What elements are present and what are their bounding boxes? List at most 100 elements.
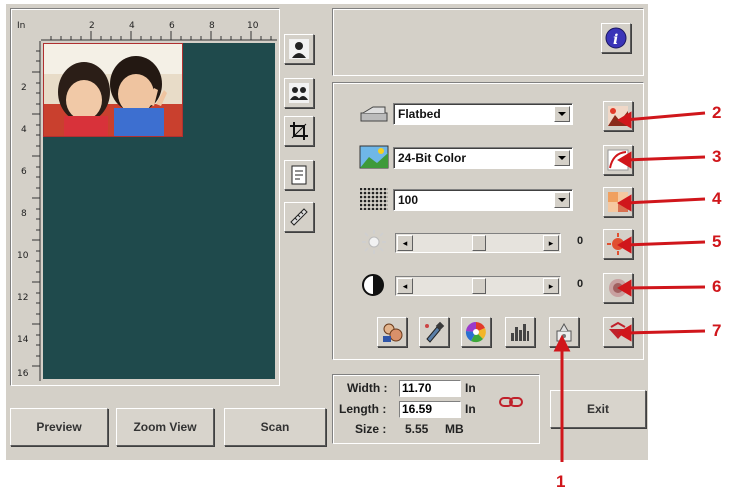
descreen-button[interactable] [549,317,579,347]
brightness-sun-icon [362,230,386,254]
page-icon [291,165,307,185]
width-field[interactable]: 11.70 [399,380,461,397]
person-select-icon [289,39,309,59]
multi-person-button[interactable] [284,78,314,108]
color-drop-icon [609,321,627,339]
color-wheel-button[interactable] [461,317,491,347]
children-photo-icon [44,44,182,136]
eyedropper-icon [425,321,445,343]
page-button[interactable] [284,160,314,190]
brightness-value: 0 [577,235,584,247]
chevron-down-icon[interactable] [554,192,570,208]
scanner-window: In 2 4 6 8 10 2 4 6 8 10 12 14 16 i Flat… [6,4,648,460]
settings-panel: Flatbed 24-Bit Color 100 ◂ ▸ 0 ◂ ▸ 0 [332,82,644,360]
auto-adjust-icon [608,106,628,126]
size-label: Size : [355,422,387,436]
info-button[interactable]: i [601,23,631,53]
top-ruler [41,9,277,41]
profile-icon [383,323,403,342]
callout-label-5: 5 [712,232,722,251]
callout-label-1: 1 [556,472,566,491]
contrast-slider-thumb[interactable] [472,278,486,294]
callout-label-6: 6 [712,277,722,296]
size-unit: MB [445,422,464,436]
info-panel: i [332,8,644,76]
curve-icon [607,149,629,171]
slider-right-arrow-icon[interactable]: ▸ [543,235,559,251]
resolution-icon [360,188,388,210]
left-tick-label: 6 [21,167,27,177]
zoom-view-button[interactable]: Zoom View [116,408,214,446]
top-tick-label: 6 [169,21,175,31]
top-tick-label: 2 [89,21,95,31]
brightness-button[interactable] [603,229,633,259]
callout-label-3: 3 [712,147,722,166]
ruler-button[interactable] [284,202,314,232]
brightness-slider-thumb[interactable] [472,235,486,251]
histogram-icon [511,324,529,341]
person-select-button[interactable] [284,34,314,64]
contrast-slider[interactable]: ◂ ▸ [395,276,561,296]
profile-button[interactable] [377,317,407,347]
callout-label-7: 7 [712,321,722,340]
flatbed-icon [360,106,388,122]
callout-label-4: 4 [712,189,722,208]
image-type-value: 24-Bit Color [398,151,467,165]
top-tick-label: 4 [129,21,135,31]
slider-left-arrow-icon[interactable]: ◂ [397,278,413,294]
left-tick-label: 4 [21,125,27,135]
scan-source-value: Flatbed [398,107,441,121]
slider-right-arrow-icon[interactable]: ▸ [543,278,559,294]
brightness-icon [607,233,629,255]
ruler-icon [290,208,308,226]
left-tick-label: 10 [17,251,29,261]
scan-button[interactable]: Scan [224,408,326,446]
color-balance-icon [608,192,628,212]
preview-thumbnail [43,43,183,137]
descreen-icon [556,322,572,342]
chevron-down-icon[interactable] [554,106,570,122]
dimension-panel: Width : 11.70 In Length : 16.59 In Size … [332,374,540,444]
width-unit: In [465,381,476,395]
callout-label-2: 2 [712,103,722,122]
multi-person-icon [289,83,309,103]
slider-left-arrow-icon[interactable]: ◂ [397,235,413,251]
info-icon: i [605,27,627,49]
color-balance-button[interactable] [603,187,633,217]
top-tick-label: 8 [209,21,215,31]
auto-adjust-button[interactable] [603,101,633,131]
contrast-button[interactable] [603,273,633,303]
left-tick-label: 8 [21,209,27,219]
link-dimensions-icon[interactable] [497,391,525,413]
preview-panel: In 2 4 6 8 10 2 4 6 8 10 12 14 16 [10,8,280,386]
left-tick-label: 16 [17,369,29,379]
contrast-icon [362,274,384,296]
curve-button[interactable] [603,145,633,175]
color-image-icon [359,145,389,169]
left-tick-label: 12 [17,293,29,303]
preview-button[interactable]: Preview [10,408,108,446]
resolution-select[interactable]: 100 [393,189,573,211]
length-label: Length : [339,402,387,416]
brightness-slider[interactable]: ◂ ▸ [395,233,561,253]
color-drop-button[interactable] [603,317,633,347]
resolution-value: 100 [398,193,419,207]
crop-icon [290,122,308,140]
crop-button[interactable] [284,116,314,146]
contrast-tone-icon [609,279,627,297]
length-field[interactable]: 16.59 [399,401,461,418]
image-type-select[interactable]: 24-Bit Color [393,147,573,169]
exit-button[interactable]: Exit [550,390,646,428]
preview-canvas[interactable] [43,43,275,379]
eyedropper-button[interactable] [419,317,449,347]
histogram-button[interactable] [505,317,535,347]
left-tick-label: 14 [17,335,29,345]
svg-text:i: i [613,32,618,48]
size-value: 5.55 [405,422,429,436]
width-label: Width : [347,381,388,395]
ruler-unit: In [17,21,26,31]
contrast-value: 0 [577,278,584,290]
scan-source-select[interactable]: Flatbed [393,103,573,125]
left-tick-label: 2 [21,83,27,93]
chevron-down-icon[interactable] [554,150,570,166]
